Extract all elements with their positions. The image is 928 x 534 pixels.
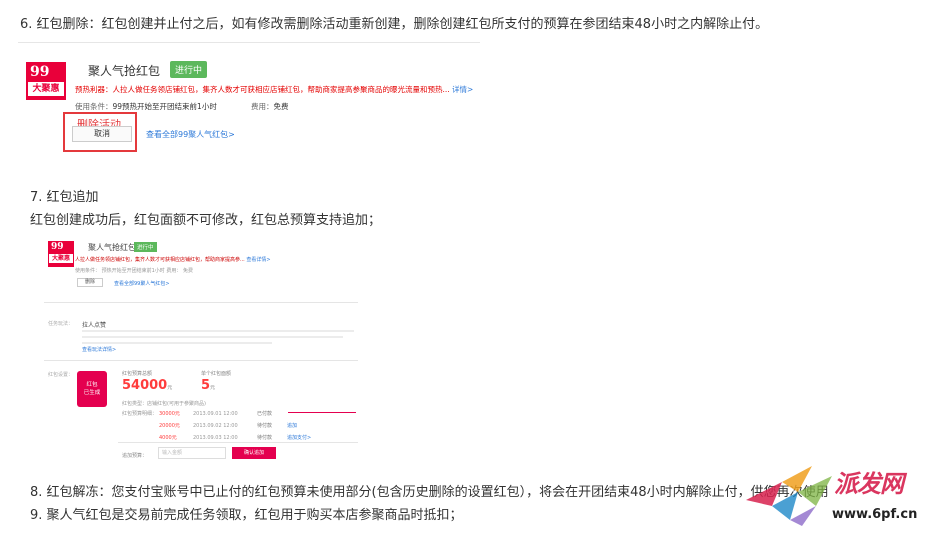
budget-record: 4000元 2013.09.03 12:00 待付款 追加支付> bbox=[159, 434, 311, 441]
red-packet-card-delete: 99 大聚惠 聚人气抢红包 进行中 预热利器：人拉人做任务领店铺红包，集齐人数才… bbox=[18, 42, 480, 160]
budget-record: 30000元 2013.09.01 12:00 已付款 bbox=[159, 410, 287, 417]
condition-value: 99预热开始至开团结束前1小时 bbox=[112, 102, 217, 111]
task-title: 拉人点赞 bbox=[82, 322, 107, 329]
record-amount: 4000元 bbox=[159, 435, 177, 441]
logo-number: 99 bbox=[51, 242, 64, 252]
append-label: 追加预算： bbox=[122, 453, 148, 459]
confirm-append-button[interactable]: 确认追加 bbox=[232, 447, 276, 459]
record-link[interactable]: 追加支付> bbox=[287, 435, 311, 441]
fee-label: 费用： bbox=[251, 102, 274, 111]
99-juhui-logo: 99 大聚惠 bbox=[26, 62, 66, 100]
usage-condition: 使用条件：99预热开始至开团结束前1小时 bbox=[75, 101, 217, 112]
records-label: 红包预算明细： bbox=[122, 411, 158, 417]
paragraph-7-body: 红包创建成功后，红包面额不可修改，红包总预算支持追加； bbox=[30, 213, 382, 228]
amount-value: 5元 bbox=[201, 378, 215, 393]
record-status: 待付款 bbox=[257, 423, 273, 429]
budget-unit: 元 bbox=[167, 385, 173, 391]
task-label: 任务玩法： bbox=[48, 321, 74, 327]
task-details-link[interactable]: 查看玩法详情> bbox=[82, 346, 116, 353]
cancel-button[interactable]: 取消 bbox=[72, 126, 132, 142]
kite-logo-icon bbox=[746, 466, 832, 526]
packet-category: 红包类型：店铺红包(可用于参聚商品) bbox=[122, 401, 206, 407]
record-status: 已付款 bbox=[257, 411, 273, 417]
highlight-line bbox=[288, 412, 356, 413]
status-badge: 进行中 bbox=[134, 242, 157, 252]
red-packet-card-append: 99 大聚惠 聚人气抢红包 进行中 人拉人做任务领店铺红包，集齐人数才可获相应店… bbox=[44, 236, 358, 464]
record-status: 待付款 bbox=[257, 435, 273, 441]
budget-label: 红包预算总额 bbox=[122, 371, 153, 377]
warning-text: 人拉人做任务领店铺红包，集齐人数才可获相应店铺红包，帮助商家提高参... 查看详… bbox=[75, 256, 271, 263]
divider bbox=[44, 360, 358, 361]
amount-unit: 元 bbox=[210, 385, 216, 391]
setting-label: 红包设置： bbox=[48, 372, 74, 378]
append-amount-input[interactable]: 输入金额 bbox=[158, 447, 226, 459]
activity-title: 聚人气抢红包 bbox=[88, 243, 136, 252]
details-link[interactable]: 查看详情> bbox=[246, 257, 270, 263]
divider bbox=[18, 42, 480, 43]
record-link[interactable]: 追加 bbox=[287, 423, 297, 429]
amount-number: 5 bbox=[201, 378, 211, 393]
logo-text: 大聚惠 bbox=[49, 254, 73, 263]
view-all-link[interactable]: 查看全部99聚人气红包> bbox=[114, 280, 170, 287]
record-amount: 30000元 bbox=[159, 411, 180, 417]
warning-text: 预热利器：人拉人做任务领店铺红包，集齐人数才可获相应店铺红包，帮助商家提高参聚商… bbox=[75, 84, 473, 95]
watermark-url: www.6pf.cn bbox=[832, 507, 918, 522]
view-all-link[interactable]: 查看全部99聚人气红包> bbox=[146, 129, 235, 140]
budget-value: 54000元 bbox=[122, 378, 172, 393]
paragraph-6: 6. 红包删除：红包创建并止付之后，如有修改需删除活动重新创建，删除创建红包所支… bbox=[20, 17, 769, 32]
divider bbox=[118, 442, 358, 443]
logo-number: 99 bbox=[30, 64, 50, 80]
warning-body: 人拉人做任务领店铺红包，集齐人数才可获相应店铺红包，帮助商家提高参... bbox=[75, 257, 245, 263]
details-link[interactable]: 详情> bbox=[452, 85, 473, 94]
record-time: 2013.09.03 12:00 bbox=[193, 435, 238, 441]
status-badge: 进行中 bbox=[170, 61, 208, 78]
task-description bbox=[82, 330, 354, 344]
red-packet-icon: 红包 已生成 bbox=[77, 371, 107, 407]
condition-label: 使用条件： bbox=[75, 102, 113, 111]
delete-button[interactable]: 删除 bbox=[77, 278, 103, 287]
amount-label: 单个红包面额 bbox=[201, 371, 232, 377]
budget-number: 54000 bbox=[122, 378, 168, 393]
red-packet-icon-line1: 红包 bbox=[86, 382, 98, 388]
activity-title: 聚人气抢红包 bbox=[88, 64, 161, 78]
usage-condition: 使用条件： 预热开始至开团结束前1小时 费用： 免费 bbox=[75, 268, 193, 274]
warning-body: 预热利器：人拉人做任务领店铺红包，集齐人数才可获相应店铺红包，帮助商家提高参聚商… bbox=[75, 85, 450, 94]
budget-record: 20000元 2013.09.02 12:00 待付款 追加 bbox=[159, 422, 297, 429]
99-juhui-logo: 99 大聚惠 bbox=[48, 241, 74, 267]
fee-value: 免费 bbox=[273, 102, 289, 111]
paragraph-8: 8. 红包解冻：您支付宝账号中已止付的红包预算未使用部分(包含历史删除的设置红包… bbox=[30, 485, 829, 500]
site-watermark: 派发网 www.6pf.cn bbox=[742, 462, 928, 530]
watermark-text: 派发网 bbox=[834, 469, 904, 498]
divider bbox=[44, 302, 358, 303]
record-time: 2013.09.01 12:00 bbox=[193, 411, 238, 417]
fee: 费用：免费 bbox=[251, 101, 289, 112]
paragraph-7-title: 7. 红包追加 bbox=[30, 190, 99, 205]
logo-text: 大聚惠 bbox=[28, 82, 64, 96]
red-packet-icon-line2: 已生成 bbox=[83, 390, 101, 396]
record-amount: 20000元 bbox=[159, 423, 180, 429]
paragraph-9: 9. 聚人气红包是交易前完成任务领取，红包用于购买本店参聚商品时抵扣； bbox=[30, 508, 463, 523]
record-time: 2013.09.02 12:00 bbox=[193, 423, 238, 429]
